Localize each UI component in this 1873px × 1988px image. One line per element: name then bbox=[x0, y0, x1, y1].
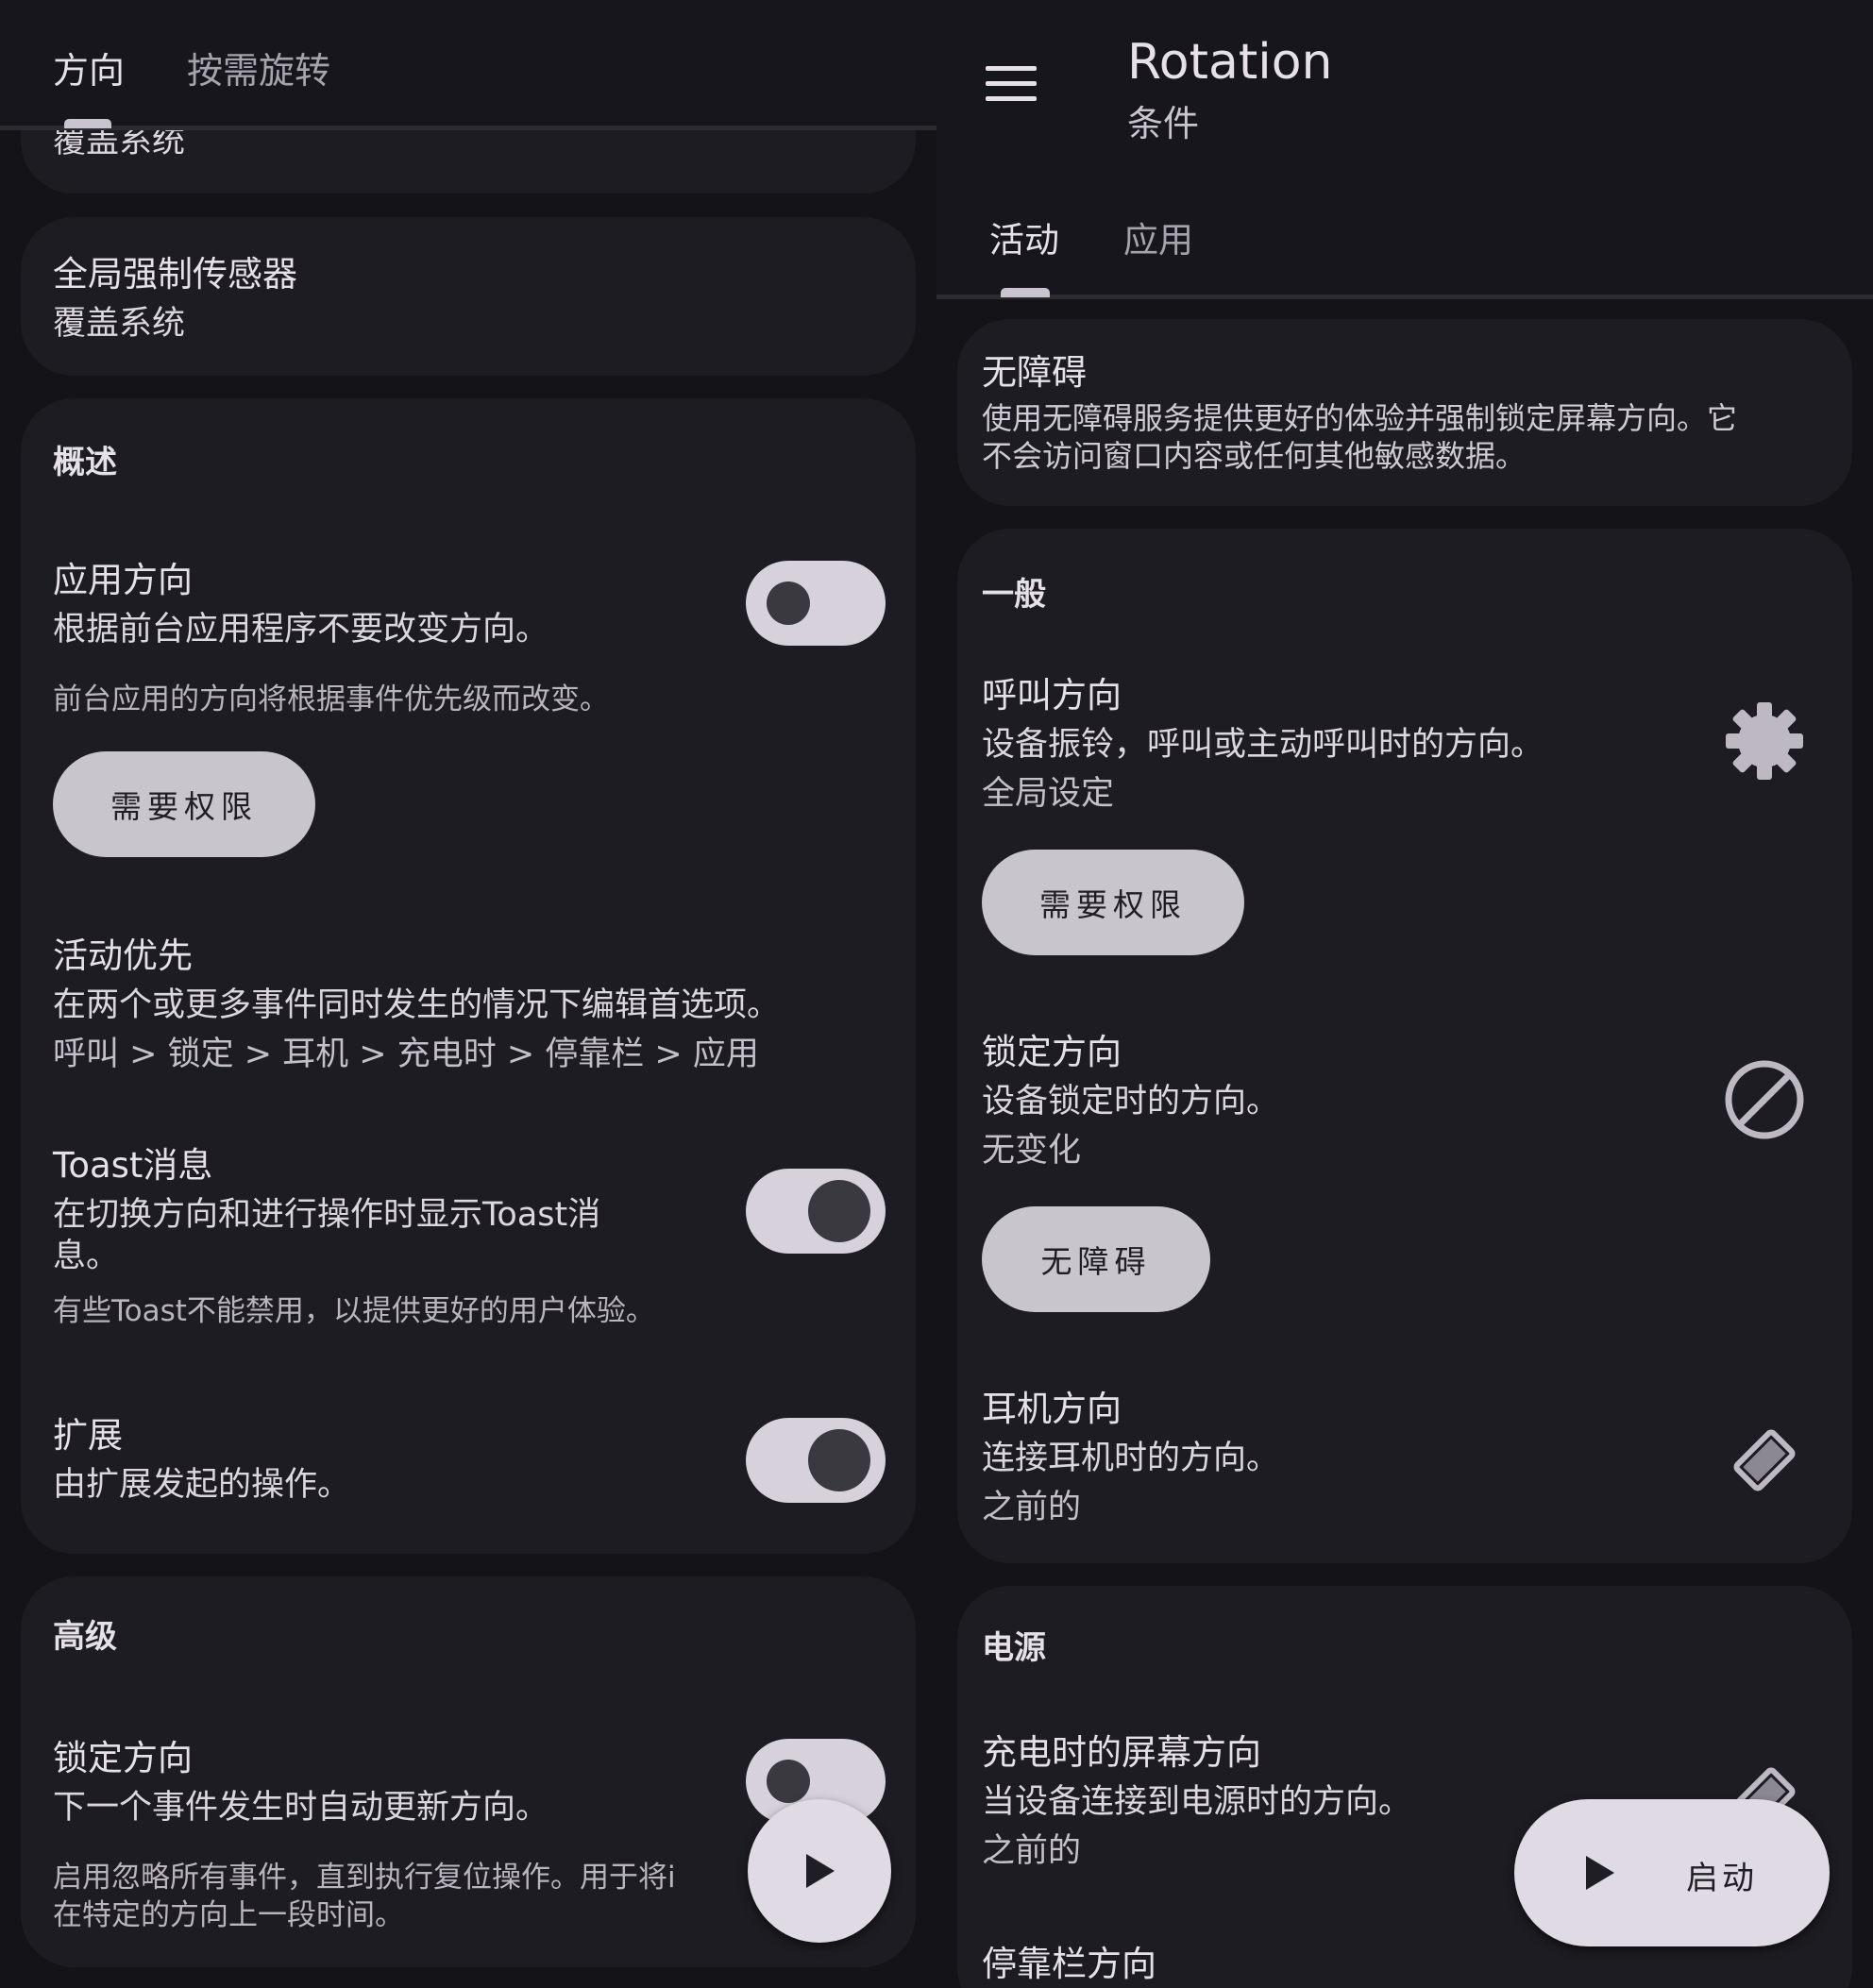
play-icon bbox=[1586, 1856, 1614, 1890]
lock-orientation-title: 锁定方向 bbox=[53, 1738, 193, 1778]
global-sensor-subtitle: 覆盖系统 bbox=[53, 305, 186, 343]
toast-subtitle-line2: 息。 bbox=[53, 1238, 120, 1275]
call-permission-button[interactable]: 需要权限 bbox=[982, 850, 1244, 955]
toggle-knob bbox=[767, 581, 810, 625]
lock-orientation-subtitle: 设备锁定时的方向。 bbox=[982, 1083, 1280, 1120]
lock-orientation-subtitle: 下一个事件发生时自动更新方向。 bbox=[53, 1789, 549, 1827]
global-sensor-title: 全局强制传感器 bbox=[53, 254, 297, 295]
call-orientation-subtitle: 设备振铃，呼叫或主动呼叫时的方向。 bbox=[982, 726, 1544, 764]
app-orientation-title: 应用方向 bbox=[53, 560, 193, 600]
tab-apps[interactable]: 应用 bbox=[1123, 211, 1193, 262]
right-screen: Rotation 条件 活动 应用 无障碍 使用无障碍服务提供更好的体验并强制锁… bbox=[936, 0, 1873, 1988]
toast-title: Toast消息 bbox=[53, 1145, 213, 1186]
start-fab[interactable] bbox=[748, 1799, 891, 1943]
event-priority-title: 活动优先 bbox=[53, 935, 193, 976]
toast-note: 有些Toast不能禁用，以提供更好的用户体验。 bbox=[53, 1294, 655, 1328]
toggle-knob bbox=[808, 1429, 870, 1491]
app-orientation-permission-button[interactable]: 需要权限 bbox=[53, 751, 315, 857]
lock-orientation-title: 锁定方向 bbox=[982, 1032, 1122, 1072]
headset-orientation-value: 之前的 bbox=[982, 1489, 1082, 1526]
charging-orientation-value: 之前的 bbox=[982, 1832, 1082, 1870]
toggle-knob bbox=[808, 1180, 870, 1242]
rotation-previous-icon[interactable] bbox=[1722, 1418, 1807, 1503]
event-priority-subtitle: 在两个或更多事件同时发生的情况下编辑首选项。 bbox=[53, 986, 781, 1024]
accessibility-desc-line2: 不会访问窗口内容或任何其他敏感数据。 bbox=[982, 438, 1527, 474]
tab-events[interactable]: 活动 bbox=[989, 211, 1059, 262]
app-orientation-toggle[interactable] bbox=[746, 561, 886, 646]
call-orientation-title: 呼叫方向 bbox=[982, 675, 1122, 716]
app-title: Rotation bbox=[1127, 34, 1333, 91]
dock-orientation-title: 停靠栏方向 bbox=[982, 1944, 1156, 1984]
tab-indicator bbox=[64, 119, 111, 128]
power-header: 电源 bbox=[982, 1629, 1046, 1667]
tab-divider bbox=[0, 126, 936, 130]
event-priority-value: 呼叫 > 锁定 > 耳机 > 充电时 > 停靠栏 > 应用 bbox=[53, 1036, 759, 1073]
headset-orientation-subtitle: 连接耳机时的方向。 bbox=[982, 1440, 1280, 1477]
advanced-header: 高级 bbox=[53, 1618, 117, 1656]
tab-orientation[interactable]: 方向 bbox=[53, 42, 125, 93]
start-label: 启动 bbox=[1686, 1860, 1758, 1897]
lock-orientation-note-line2: 在特定的方向上一段时间。 bbox=[53, 1898, 404, 1932]
toast-toggle[interactable] bbox=[746, 1169, 886, 1254]
app-subtitle: 条件 bbox=[1127, 103, 1200, 144]
app-bar: Rotation 条件 活动 应用 bbox=[936, 0, 1873, 297]
lock-orientation-note-line1: 启用忽略所有事件，直到执行复位操作。用于将i bbox=[53, 1861, 676, 1895]
tab-on-demand-rotation[interactable]: 按需旋转 bbox=[187, 42, 330, 93]
start-extended-fab[interactable]: 启动 bbox=[1514, 1799, 1830, 1946]
block-icon[interactable] bbox=[1722, 1057, 1807, 1142]
play-icon bbox=[806, 1854, 835, 1888]
menu-icon[interactable] bbox=[986, 66, 1037, 111]
gear-icon[interactable] bbox=[1722, 699, 1807, 783]
call-orientation-value: 全局设定 bbox=[982, 775, 1115, 813]
accessibility-card[interactable]: 无障碍 使用无障碍服务提供更好的体验并强制锁定屏幕方向。它 不会访问窗口内容或任… bbox=[957, 319, 1852, 506]
extension-title: 扩展 bbox=[53, 1415, 123, 1456]
app-orientation-note: 前台应用的方向将根据事件优先级而改变。 bbox=[53, 682, 609, 716]
charging-orientation-title: 充电时的屏幕方向 bbox=[982, 1732, 1261, 1773]
charging-orientation-subtitle: 当设备连接到电源时的方向。 bbox=[982, 1783, 1412, 1821]
overview-card: 概述 应用方向 根据前台应用程序不要改变方向。 前台应用的方向将根据事件优先级而… bbox=[21, 398, 916, 1554]
accessibility-title: 无障碍 bbox=[982, 352, 1087, 393]
lock-accessibility-button[interactable]: 无障碍 bbox=[982, 1206, 1210, 1312]
tab-indicator bbox=[1001, 288, 1050, 297]
overview-header: 概述 bbox=[53, 444, 117, 481]
extension-subtitle: 由扩展发起的操作。 bbox=[53, 1466, 351, 1504]
global-sensor-card[interactable]: 全局强制传感器 覆盖系统 bbox=[21, 217, 916, 376]
app-orientation-subtitle: 根据前台应用程序不要改变方向。 bbox=[53, 611, 549, 649]
toast-subtitle-line1: 在切换方向和进行操作时显示Toast消 bbox=[53, 1196, 601, 1234]
general-card: 一般 呼叫方向 设备振铃，呼叫或主动呼叫时的方向。 全局设定 需要权限 锁定方向… bbox=[957, 529, 1852, 1563]
toggle-knob bbox=[767, 1760, 810, 1803]
tab-divider bbox=[936, 295, 1873, 299]
headset-orientation-title: 耳机方向 bbox=[982, 1389, 1122, 1429]
left-screen: 覆盖系统 方向 按需旋转 全局强制传感器 覆盖系统 概述 应用方向 根据前台应用… bbox=[0, 0, 936, 1988]
top-tab-bar: 方向 按需旋转 bbox=[0, 0, 936, 127]
extension-toggle[interactable] bbox=[746, 1418, 886, 1503]
lock-orientation-value: 无变化 bbox=[982, 1132, 1082, 1170]
general-header: 一般 bbox=[982, 576, 1046, 614]
accessibility-desc-line1: 使用无障碍服务提供更好的体验并强制锁定屏幕方向。它 bbox=[982, 400, 1738, 436]
